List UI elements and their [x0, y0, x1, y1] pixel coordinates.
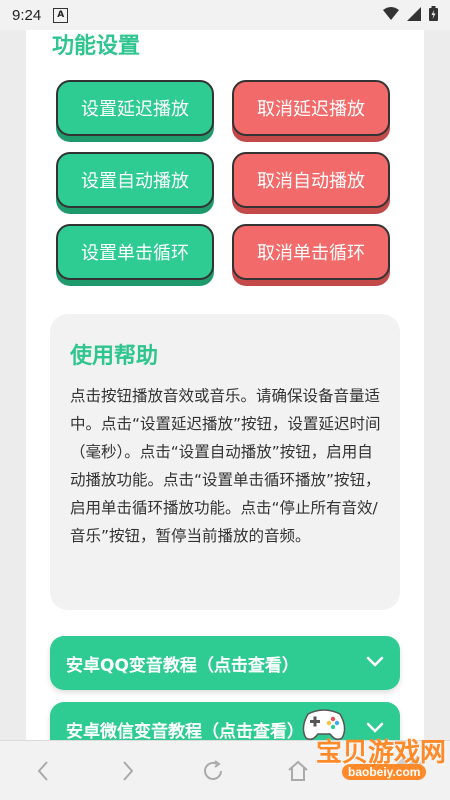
- refresh-icon[interactable]: [195, 753, 231, 789]
- accordion-label: 安卓QQ变音教程（点击查看）: [66, 655, 299, 676]
- help-title: 使用帮助: [70, 344, 159, 369]
- cancel-auto-play-button[interactable]: 取消自动播放: [232, 152, 390, 208]
- back-icon[interactable]: [25, 753, 61, 789]
- battery-icon: [429, 5, 438, 25]
- signal-icon: [407, 6, 421, 25]
- set-delay-play-button[interactable]: 设置延迟播放: [56, 80, 214, 136]
- accessibility-a-icon: A: [53, 7, 69, 23]
- chevron-down-icon: [366, 653, 384, 673]
- cancel-delay-play-button[interactable]: 取消延迟播放: [232, 80, 390, 136]
- watermark-logo: 宝贝游戏网 baobeiy.com: [290, 708, 446, 782]
- status-time: 9:24: [12, 6, 42, 24]
- wifi-icon: [383, 6, 399, 25]
- help-body: 点击按钮播放音效或音乐。请确保设备音量适中。点击“设置延迟播放”按钮，设置延迟时…: [70, 387, 381, 545]
- status-bar: 9:24 A: [0, 0, 450, 30]
- cancel-click-loop-button[interactable]: 取消单击循环: [232, 224, 390, 280]
- content-card: 功能设置 设置延迟播放 取消延迟播放 设置自动播放 取消自动播放 设置单击循环 …: [26, 0, 424, 756]
- watermark-url: baobeiy.com: [342, 764, 427, 780]
- qq-voice-tutorial-accordion[interactable]: 安卓QQ变音教程（点击查看）: [50, 636, 400, 690]
- accordion-label: 安卓微信变音教程（点击查看）: [66, 721, 304, 742]
- help-panel: 使用帮助 点击按钮播放音效或音乐。请确保设备音量适中。点击“设置延迟播放”按钮，…: [50, 314, 400, 610]
- forward-icon[interactable]: [110, 753, 146, 789]
- set-auto-play-button[interactable]: 设置自动播放: [56, 152, 214, 208]
- set-click-loop-button[interactable]: 设置单击循环: [56, 224, 214, 280]
- settings-title: 功能设置: [52, 34, 141, 59]
